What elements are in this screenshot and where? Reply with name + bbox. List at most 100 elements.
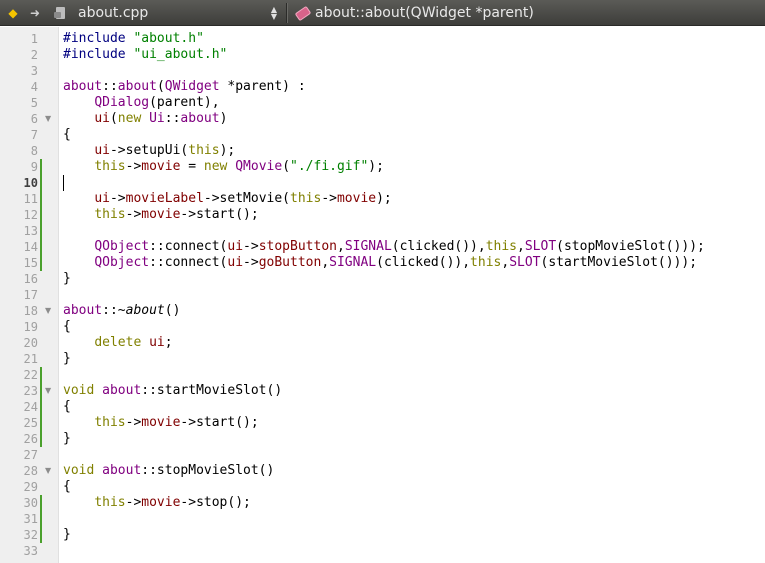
code-token: ; [164,335,173,350]
code-token: Ui [149,111,165,126]
code-token: ui [149,335,165,350]
fold-toggle-icon[interactable]: ▼ [45,463,55,479]
code-token: SLOT [509,255,541,270]
code-line[interactable]: } [63,351,71,367]
editor-toolbar: ◆ ➜ about.cpp ▲ ▼ about::about(QWidget *p… [0,0,765,26]
code-token: (clicked()), [376,255,471,270]
code-token: ::stopMovieSlot() [141,463,275,478]
fold-toggle-icon[interactable]: ▼ [45,111,55,127]
code-line[interactable]: } [63,527,71,543]
code-line[interactable]: this->movie->stop(); [63,495,251,511]
code-token: #include [63,47,134,62]
code-token: "about.h" [133,31,204,46]
code-token: this [94,495,126,510]
change-marker [40,239,42,255]
code-token: about [125,303,165,318]
code-editor[interactable]: 1 2 3 4 5 6 ▼ 7 8 9 10 11 12 13 14 15 16 17 18 ▼ 19 20 21 22 23 ▼… [0,27,765,563]
code-token: -> [125,207,142,222]
code-line[interactable]: this->movie->start(); [63,415,259,431]
fold-toggle-icon[interactable]: ▼ [45,303,55,319]
line-number: 22 [23,368,38,382]
code-line[interactable]: ui(new Ui::about) [63,111,227,127]
line-number: 29 [23,480,38,494]
code-line[interactable]: delete ui; [63,335,173,351]
locked-file-icon [54,6,68,20]
document-selector[interactable]: about.cpp [78,5,268,21]
line-number: 4 [30,80,38,94]
code-token: QWidget [164,79,220,94]
code-line[interactable]: { [63,399,71,415]
code-token: -> [125,415,142,430]
code-token: ->stop(); [180,495,251,510]
code-token: ->start(); [180,415,259,430]
code-line[interactable]: ui->movieLabel->setMovie(this->movie); [63,191,391,207]
fold-toggle-icon[interactable]: ▼ [45,383,55,399]
code-area[interactable]: #include "about.h" #include "ui_about.h"a… [63,27,763,563]
line-number: 2 [30,48,38,62]
code-line[interactable]: about::~about() [63,303,180,319]
code-token: { [63,399,71,414]
code-token: -> [243,255,259,270]
change-marker [40,175,42,191]
line-number: 32 [23,528,38,542]
code-line[interactable]: } [63,271,71,287]
code-line[interactable]: #include "ui_about.h" [63,47,227,63]
code-line[interactable]: this->movie->start(); [63,207,258,223]
code-token: ui [94,111,110,126]
code-token: ( [282,159,291,174]
code-token: :: [164,111,181,126]
code-line[interactable]: void about::stopMovieSlot() [63,463,274,479]
code-token: ::startMovieSlot() [141,383,283,398]
line-number: 14 [23,240,38,254]
line-number: 5 [30,96,38,110]
line-number: 26 [23,432,38,446]
code-token: { [63,127,71,142]
change-marker [40,383,42,399]
code-token: movie [336,191,377,206]
code-token: SIGNAL [344,239,392,254]
code-token: { [63,319,71,334]
chevron-updown-icon[interactable]: ▲ ▼ [268,5,280,20]
code-line[interactable]: { [63,319,71,335]
code-token: (parent), [149,95,220,110]
forward-arrow-icon[interactable]: ➜ [26,4,44,22]
code-token: -> [125,159,142,174]
code-token: -> [243,239,259,254]
code-line[interactable]: #include "about.h" [63,31,204,47]
code-token: "./fi.gif" [290,159,369,174]
change-marker [40,527,42,543]
back-arrow-icon[interactable]: ◆ [4,4,22,22]
code-line[interactable]: } [63,431,71,447]
code-token: movie [141,159,181,174]
line-number: 6 [30,112,38,126]
code-line[interactable]: QObject::connect(ui->stopButton,SIGNAL(c… [63,239,705,255]
line-number: 21 [23,352,38,366]
code-line[interactable]: void about::startMovieSlot() [63,383,282,399]
code-line[interactable]: QObject::connect(ui->goButton,SIGNAL(cli… [63,255,697,271]
code-line[interactable]: { [63,479,71,495]
code-token: movieLabel [125,191,204,206]
code-line[interactable]: { [63,127,71,143]
code-line[interactable]: this->movie = new QMovie("./fi.gif"); [63,159,384,175]
code-line[interactable]: about::about(QWidget *parent) : [63,79,306,95]
code-token: delete [94,335,142,350]
code-token: ->setupUi( [109,143,189,158]
code-line[interactable]: ui->setupUi(this); [63,143,235,159]
line-number: 19 [23,320,38,334]
code-token: ); [219,143,236,158]
symbol-selector[interactable]: about::about(QWidget *parent) [315,5,534,21]
code-line[interactable]: QDialog(parent), [63,95,220,111]
code-token: ) [219,111,228,126]
code-token: QDialog [94,95,150,110]
code-token: (clicked()), [391,239,486,254]
line-number: 23 [23,384,38,398]
code-token: this [188,143,220,158]
code-token: about [102,463,142,478]
code-token: , [321,255,330,270]
